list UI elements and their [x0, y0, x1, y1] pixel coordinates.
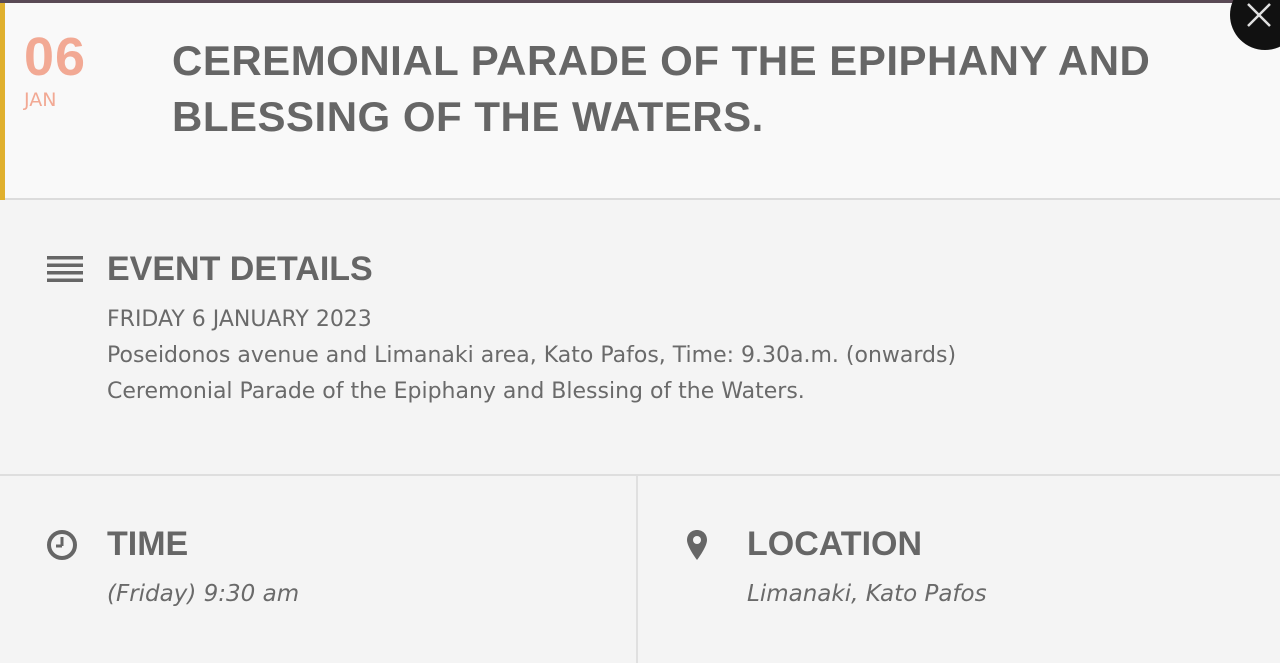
close-icon[interactable] [1246, 2, 1272, 28]
event-details-body: FRIDAY 6 JANUARY 2023 Poseidonos avenue … [107, 302, 1257, 410]
event-details-heading: EVENT DETAILS [107, 250, 373, 288]
time-location-section: TIME (Friday) 9:30 am LOCATION Limanaki,… [0, 474, 1280, 663]
time-heading: TIME [107, 525, 189, 563]
column-divider [636, 476, 638, 663]
map-pin-icon [687, 530, 707, 560]
accent-bar [0, 3, 5, 200]
event-title: CEREMONIAL PARADE OF THE EPIPHANY AND BL… [172, 37, 1151, 140]
time-value: (Friday) 9:30 am [107, 581, 300, 607]
event-venue-line: Poseidonos avenue and Limanaki area, Kat… [107, 343, 957, 368]
clock-icon [47, 530, 77, 560]
date-day: 06 [24, 27, 87, 87]
event-date-line: FRIDAY 6 JANUARY 2023 [107, 307, 372, 332]
event-details-section: EVENT DETAILS FRIDAY 6 JANUARY 2023 Pose… [0, 202, 1280, 475]
list-icon [47, 256, 83, 282]
date-month: JAN [24, 89, 57, 111]
event-description-line: Ceremonial Parade of the Epiphany and Bl… [107, 379, 805, 404]
location-value: Limanaki, Kato Pafos [747, 581, 987, 607]
event-header: 06 JAN CEREMONIAL PARADE OF THE EPIPHANY… [0, 3, 1280, 200]
location-heading: LOCATION [747, 525, 923, 563]
